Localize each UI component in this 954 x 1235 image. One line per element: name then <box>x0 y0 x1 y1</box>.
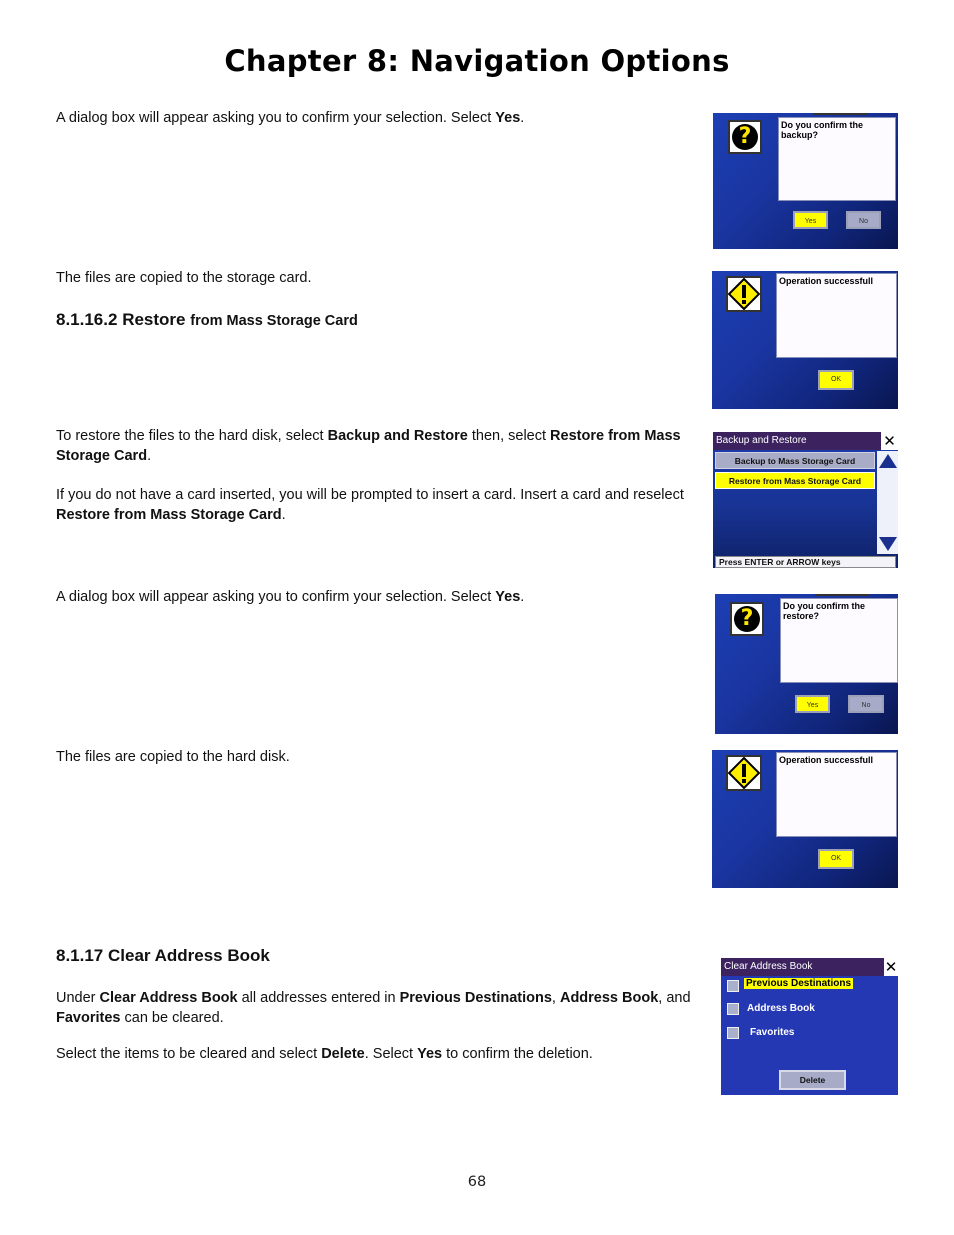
scroll-down-icon[interactable] <box>879 537 897 551</box>
text: then, select <box>467 428 551 444</box>
bold-term: Address Book <box>559 990 659 1006</box>
menu-titlebar: Clear Address Book <box>721 958 898 976</box>
warning-icon <box>726 755 762 791</box>
menu-titlebar: Backup and Restore <box>713 432 898 450</box>
text: , <box>551 990 560 1006</box>
yes-button[interactable]: Yes <box>795 695 830 713</box>
checkbox-address-book[interactable] <box>727 1003 739 1015</box>
dialog-message: Do you confirm the restore? <box>780 598 898 683</box>
menu-title: Backup and Restore <box>716 435 807 446</box>
bold-term: Backup and Restore <box>327 428 468 444</box>
close-icon[interactable]: ✕ <box>884 958 898 976</box>
text: . <box>520 110 525 126</box>
status-bar: Press ENTER or ARROW keys <box>715 556 896 568</box>
text: A dialog box will appear asking you to c… <box>56 589 496 605</box>
paragraph-restore-instructions: To restore the files to the hard disk, s… <box>56 427 696 466</box>
paragraph-clear-address-book: Under Clear Address Book all addresses e… <box>56 989 696 1028</box>
option-previous-destinations[interactable]: Previous Destinations <box>744 978 854 989</box>
dialog-message: Operation successfull <box>776 273 897 358</box>
text: If you do not have a card inserted, you … <box>56 487 684 503</box>
no-button[interactable]: No <box>846 211 881 229</box>
no-button[interactable]: No <box>848 695 884 713</box>
bold-term: Favorites <box>56 1009 121 1026</box>
text: Select the items to be cleared and selec… <box>56 1046 322 1062</box>
bold-term: Previous Destinations <box>399 990 552 1006</box>
section-heading-restore: 8.1.16.2 Restore from Mass Storage Card <box>56 310 358 330</box>
page-number: 68 <box>467 1174 487 1190</box>
chapter-title: Chapter 8: Navigation Options <box>224 44 730 78</box>
paragraph-copied-card: The files are copied to the storage card… <box>56 270 312 286</box>
text: To restore the files to the hard disk, s… <box>56 428 328 444</box>
bold-term: Clear Address Book <box>99 990 238 1006</box>
section-heading-clear-address-book: 8.1.17 Clear Address Book <box>56 946 270 965</box>
heading-number: 8.1.16.2 <box>56 310 118 329</box>
option-favorites[interactable]: Favorites <box>750 1027 794 1038</box>
dialog-message: Do you confirm the backup? <box>778 117 896 201</box>
menu-item-restore-selected[interactable]: Restore from Mass Storage Card <box>715 472 875 489</box>
bold-term: Delete <box>321 1046 365 1062</box>
divider <box>813 113 868 115</box>
paragraph-confirm-restore: A dialog box will appear asking you to c… <box>56 588 696 608</box>
question-mark-glyph: ? <box>732 124 758 150</box>
checkbox-favorites[interactable] <box>727 1027 739 1039</box>
question-icon: ? <box>730 602 764 636</box>
bold-term: Restore from Mass Storage Card <box>56 506 282 523</box>
screenshot-operation-success-2: Operation successfull OK <box>712 750 898 888</box>
screenshot-operation-success-1: Operation successfull OK <box>712 271 898 409</box>
checkbox-previous-destinations[interactable] <box>727 980 739 992</box>
heading-rest: from Mass Storage Card <box>190 313 358 329</box>
bold-term: Yes <box>495 589 521 605</box>
text: , and <box>658 990 691 1006</box>
paragraph-copied-disk: The files are copied to the hard disk. <box>56 749 290 765</box>
option-address-book[interactable]: Address Book <box>747 1003 815 1014</box>
delete-button[interactable]: Delete <box>779 1070 846 1090</box>
question-icon: ? <box>728 120 762 154</box>
scrollbar[interactable] <box>877 451 898 554</box>
screenshot-clear-address-book: Clear Address Book ✕ Previous Destinatio… <box>721 958 898 1095</box>
close-icon[interactable]: ✕ <box>881 432 898 450</box>
bold-term: Yes <box>495 110 521 126</box>
paragraph-confirm-backup: A dialog box will appear asking you to c… <box>56 109 696 129</box>
warning-diamond-glyph <box>728 278 760 310</box>
question-mark-glyph: ? <box>734 606 760 632</box>
text: . <box>281 506 286 523</box>
heading-word: Restore <box>122 310 186 329</box>
ok-button[interactable]: OK <box>818 849 854 869</box>
text: Under <box>56 990 100 1006</box>
text: . Select <box>364 1046 418 1062</box>
text: can be cleared. <box>120 1009 224 1026</box>
divider <box>815 594 870 596</box>
text: to confirm the deletion. <box>442 1046 593 1062</box>
text: A dialog box will appear asking you to c… <box>56 110 496 126</box>
paragraph-delete-instructions: Select the items to be cleared and selec… <box>56 1045 696 1065</box>
ok-button[interactable]: OK <box>818 370 854 390</box>
text: . <box>520 589 525 605</box>
text: all addresses entered in <box>237 990 400 1006</box>
yes-button[interactable]: Yes <box>793 211 828 229</box>
scroll-up-icon[interactable] <box>879 454 897 468</box>
bold-term: Yes <box>417 1046 443 1062</box>
screenshot-confirm-restore: ? Do you confirm the restore? Yes No <box>715 594 898 734</box>
warning-icon <box>726 276 762 312</box>
menu-title: Clear Address Book <box>724 961 813 972</box>
screenshot-confirm-backup: ? Do you confirm the backup? Yes No <box>713 113 898 249</box>
screenshot-backup-restore-menu: Backup and Restore ✕ Backup to Mass Stor… <box>713 432 898 568</box>
warning-diamond-glyph <box>728 757 760 789</box>
paragraph-insert-card: If you do not have a card inserted, you … <box>56 486 696 525</box>
dialog-message: Operation successfull <box>776 752 897 837</box>
menu-item-backup[interactable]: Backup to Mass Storage Card <box>715 452 875 469</box>
text: . <box>147 447 152 464</box>
